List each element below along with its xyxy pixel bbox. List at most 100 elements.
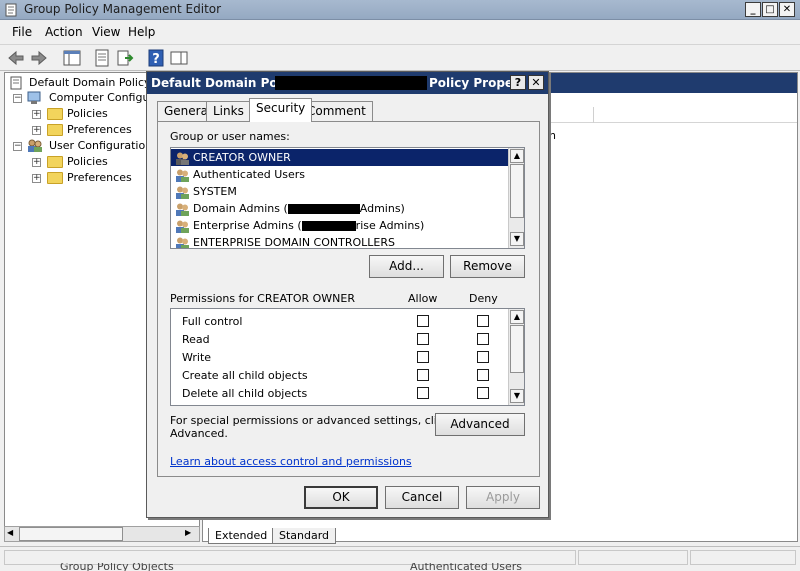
list-item-creator-owner[interactable]: CREATOR OWNER xyxy=(171,149,508,166)
permissions-list[interactable]: Full control Read Write Create all child… xyxy=(170,308,525,406)
dialog-close-button[interactable]: ✕ xyxy=(528,75,544,90)
folder-icon xyxy=(47,156,63,168)
folder-icon xyxy=(47,124,63,136)
collapse-user-config-expander[interactable]: − xyxy=(13,142,22,151)
close-window-button[interactable]: ✕ xyxy=(779,2,795,17)
properties-icon[interactable] xyxy=(92,48,112,68)
scroll-up-arrow-icon[interactable]: ▲ xyxy=(510,149,524,163)
allow-create-child-checkbox[interactable] xyxy=(417,369,429,381)
menu-action[interactable]: Action xyxy=(45,25,83,39)
user-name: Authenticated Users xyxy=(193,168,306,181)
list-item-domain-admins[interactable]: Domain Admins (Admins) xyxy=(171,200,508,217)
window-title: Group Policy Management Editor xyxy=(24,2,222,16)
permission-delete-child-objects: Delete all child objects xyxy=(182,387,308,400)
add-button[interactable]: Add... xyxy=(369,255,444,278)
list-item-authenticated-users[interactable]: Authenticated Users xyxy=(171,166,508,183)
show-hide-console-tree-icon[interactable] xyxy=(62,48,82,68)
user-group-icon xyxy=(175,169,190,182)
allow-full-control-checkbox[interactable] xyxy=(417,315,429,327)
advanced-button[interactable]: Advanced xyxy=(435,413,525,436)
scroll-right-arrow-icon[interactable]: ▶ xyxy=(185,528,191,537)
deny-delete-child-checkbox[interactable] xyxy=(477,387,489,399)
folder-icon xyxy=(47,172,63,184)
redacted-domain xyxy=(301,221,356,231)
tree-user-policies[interactable]: Policies xyxy=(67,155,108,171)
window-titlebar: Group Policy Management Editor _ □ ✕ xyxy=(0,0,800,20)
expand-user-policies-expander[interactable]: + xyxy=(32,158,41,167)
properties-dialog: Default Domain Policy Policy Prope... ? … xyxy=(146,71,549,518)
allow-delete-child-checkbox[interactable] xyxy=(417,387,429,399)
learn-access-control-link[interactable]: Learn about access control and permissio… xyxy=(170,455,412,468)
redacted-title xyxy=(275,76,427,90)
permission-write: Write xyxy=(182,351,212,364)
tree-user-configuration[interactable]: User Configuration xyxy=(49,139,152,155)
scrollbar-thumb[interactable] xyxy=(510,325,524,373)
menu-help[interactable]: Help xyxy=(128,25,155,39)
user-group-icon xyxy=(175,152,190,165)
tab-standard[interactable]: Standard xyxy=(272,528,337,544)
cancel-button[interactable]: Cancel xyxy=(385,486,459,509)
view-tabs: Extended Standard xyxy=(202,526,798,544)
document-icon xyxy=(5,3,17,17)
ok-button[interactable]: OK xyxy=(304,486,378,509)
deny-column-header: Deny xyxy=(469,292,498,305)
list-item-system[interactable]: SYSTEM xyxy=(171,183,508,200)
maximize-button[interactable]: □ xyxy=(762,2,778,17)
tree-user-preferences[interactable]: Preferences xyxy=(67,171,132,187)
user-group-icon xyxy=(175,237,190,248)
dialog-titlebar: Default Domain Policy Policy Prope... ? … xyxy=(147,72,548,94)
permission-create-child-objects: Create all child objects xyxy=(182,369,308,382)
export-list-icon[interactable] xyxy=(115,48,135,68)
toolbar: ? xyxy=(0,44,800,71)
forward-arrow-icon[interactable] xyxy=(29,48,49,68)
allow-write-checkbox[interactable] xyxy=(417,351,429,363)
permissions-scrollbar[interactable]: ▲ ▼ xyxy=(508,309,524,405)
back-arrow-icon[interactable] xyxy=(6,48,26,68)
allow-read-checkbox[interactable] xyxy=(417,333,429,345)
tree-computer-policies[interactable]: Policies xyxy=(67,107,108,123)
deny-read-checkbox[interactable] xyxy=(477,333,489,345)
computer-icon xyxy=(27,91,41,104)
expand-computer-policies-expander[interactable]: + xyxy=(32,110,41,119)
menu-file[interactable]: File xyxy=(12,25,32,39)
action-pane-icon[interactable] xyxy=(169,48,189,68)
background-list-fragment-right: Authenticated Users xyxy=(410,563,523,571)
allow-column-header: Allow xyxy=(408,292,438,305)
minimize-button[interactable]: _ xyxy=(745,2,761,17)
expand-computer-preferences-expander[interactable]: + xyxy=(32,126,41,135)
group-or-user-names-label: Group or user names: xyxy=(170,130,290,143)
scroll-down-arrow-icon[interactable]: ▼ xyxy=(510,232,524,246)
user-name: SYSTEM xyxy=(193,185,237,198)
permission-read: Read xyxy=(182,333,210,346)
user-list[interactable]: CREATOR OWNER Authenticated Users SYSTEM… xyxy=(170,147,525,249)
dialog-help-button[interactable]: ? xyxy=(510,75,526,90)
tree-computer-preferences[interactable]: Preferences xyxy=(67,123,132,139)
expand-user-preferences-expander[interactable]: + xyxy=(32,174,41,183)
tree-computer-configuration[interactable]: Computer Configura xyxy=(49,91,161,107)
tab-links[interactable]: Links xyxy=(206,101,251,121)
menu-view[interactable]: View xyxy=(92,25,120,39)
scroll-left-arrow-icon[interactable]: ◀ xyxy=(7,528,13,537)
help-icon[interactable]: ? xyxy=(146,48,166,68)
deny-write-checkbox[interactable] xyxy=(477,351,489,363)
apply-button[interactable]: Apply xyxy=(466,486,540,509)
tab-extended[interactable]: Extended xyxy=(208,528,275,544)
tree-horizontal-scrollbar[interactable]: ◀ ▶ xyxy=(4,526,200,542)
list-item-enterprise-admins[interactable]: Enterprise Admins (rise Admins) xyxy=(171,217,508,234)
deny-full-control-checkbox[interactable] xyxy=(477,315,489,327)
remove-button[interactable]: Remove xyxy=(450,255,525,278)
scroll-down-arrow-icon[interactable]: ▼ xyxy=(510,389,524,403)
special-permissions-text-2: Advanced. xyxy=(170,427,228,440)
tab-security[interactable]: Security xyxy=(249,98,313,122)
list-item-enterprise-domain-controllers[interactable]: ENTERPRISE DOMAIN CONTROLLERS xyxy=(171,234,508,248)
permissions-for-label: Permissions for CREATOR OWNER xyxy=(170,292,355,305)
scroll-up-arrow-icon[interactable]: ▲ xyxy=(510,310,524,324)
user-list-scrollbar[interactable]: ▲ ▼ xyxy=(508,148,524,248)
user-name: Enterprise Admins ( xyxy=(193,219,302,232)
scrollbar-thumb[interactable] xyxy=(19,527,123,541)
deny-create-child-checkbox[interactable] xyxy=(477,369,489,381)
collapse-computer-config-expander[interactable]: − xyxy=(13,94,22,103)
user-name-tail: Admins) xyxy=(359,202,405,215)
menu-bar: File Action View Help xyxy=(0,21,800,43)
scrollbar-thumb[interactable] xyxy=(510,164,524,218)
